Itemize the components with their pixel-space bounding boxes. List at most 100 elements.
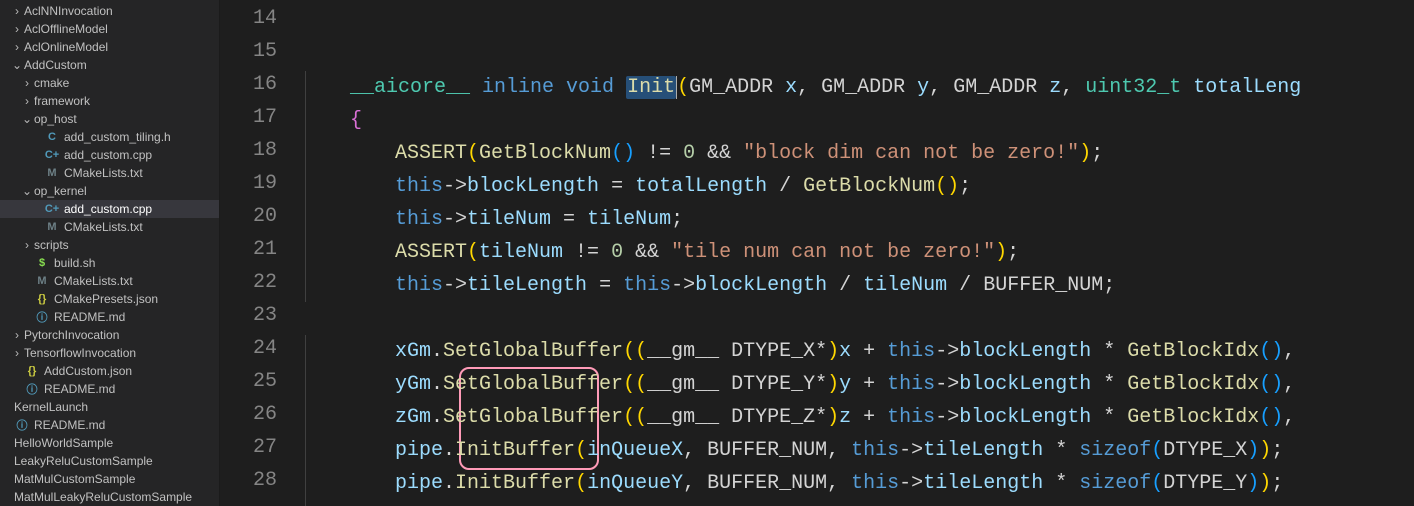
token: ; xyxy=(1091,142,1103,165)
tree-row[interactable]: ›AclNNInvocation xyxy=(0,2,219,20)
code-line[interactable]: this->tileLength = this->blockLength / t… xyxy=(305,269,1414,302)
chevron-right-icon[interactable]: › xyxy=(10,40,24,54)
tree-row[interactable]: ›AclOnlineModel xyxy=(0,38,219,56)
line-number: 27 xyxy=(220,431,305,464)
line-number: 17 xyxy=(220,101,305,134)
token: -> xyxy=(935,406,959,429)
code-line[interactable] xyxy=(305,302,1414,335)
tree-row[interactable]: ›TensorflowInvocation xyxy=(0,344,219,362)
tree-row[interactable]: {}CMakePresets.json xyxy=(0,290,219,308)
token: __gm__ xyxy=(647,406,731,429)
token: / xyxy=(947,274,983,297)
code-line[interactable]: this->blockLength = totalLength / GetBlo… xyxy=(305,170,1414,203)
tree-label: KernelLaunch xyxy=(14,400,88,414)
token: this xyxy=(395,208,443,231)
file-icon: $ xyxy=(34,255,50,271)
token: -> xyxy=(671,274,695,297)
token: tileLength xyxy=(467,274,587,297)
code-area[interactable]: __aicore__ inline void Init(GM_ADDR x, G… xyxy=(305,0,1414,506)
tree-row[interactable]: ›PytorchInvocation xyxy=(0,326,219,344)
tree-row[interactable]: MCMakeLists.txt xyxy=(0,272,219,290)
tree-row[interactable]: ›AclOfflineModel xyxy=(0,20,219,38)
tree-label: AddCustom.json xyxy=(44,364,132,378)
chevron-down-icon[interactable]: ⌄ xyxy=(20,112,34,126)
token: BUFFER_NUM xyxy=(707,439,827,462)
line-number: 26 xyxy=(220,398,305,431)
tree-row[interactable]: ›scripts xyxy=(0,236,219,254)
code-line[interactable]: ASSERT(GetBlockNum() != 0 && "block dim … xyxy=(305,137,1414,170)
token: __gm__ xyxy=(647,373,731,396)
token: () xyxy=(1259,340,1283,363)
token: + xyxy=(851,373,887,396)
token: tileNum xyxy=(479,241,563,264)
tree-row[interactable]: Cadd_custom_tiling.h xyxy=(0,128,219,146)
tree-row[interactable]: C+add_custom.cpp xyxy=(0,200,219,218)
chevron-right-icon[interactable]: › xyxy=(10,346,24,360)
token: ) xyxy=(1259,472,1271,495)
token: * xyxy=(1091,340,1127,363)
code-line[interactable]: pipe.InitBuffer(outQueueZ, BUFFER_NUM, t… xyxy=(305,500,1414,506)
file-explorer[interactable]: ›AclNNInvocation›AclOfflineModel›AclOnli… xyxy=(0,0,220,506)
token: zGm xyxy=(395,406,431,429)
token: __gm__ xyxy=(647,340,731,363)
line-number: 21 xyxy=(220,233,305,266)
token: ) xyxy=(995,241,1007,264)
line-number: 24 xyxy=(220,332,305,365)
tree-row[interactable]: MCMakeLists.txt xyxy=(0,164,219,182)
line-number-gutter: 141516171819202122232425262728 xyxy=(220,0,305,506)
tree-row[interactable]: ⌄op_kernel xyxy=(0,182,219,200)
tree-row[interactable]: {}AddCustom.json xyxy=(0,362,219,380)
chevron-right-icon[interactable]: › xyxy=(10,22,24,36)
token: GetBlockIdx xyxy=(1127,340,1259,363)
tree-row[interactable]: MatMulCustomSample xyxy=(0,470,219,488)
tree-row[interactable]: MatMulLeakyReluCustomSample xyxy=(0,488,219,506)
tree-row[interactable]: KernelLaunch xyxy=(0,398,219,416)
tree-row[interactable]: LeakyReluCustomSample xyxy=(0,452,219,470)
token: DTYPE_Y xyxy=(1163,472,1247,495)
chevron-right-icon[interactable]: › xyxy=(10,4,24,18)
code-line[interactable]: pipe.InitBuffer(inQueueY, BUFFER_NUM, th… xyxy=(305,467,1414,500)
chevron-right-icon[interactable]: › xyxy=(10,328,24,342)
chevron-down-icon[interactable]: ⌄ xyxy=(10,58,24,72)
code-editor[interactable]: 141516171819202122232425262728 __aicore_… xyxy=(220,0,1414,506)
code-line[interactable]: { xyxy=(305,104,1414,137)
token: (( xyxy=(623,340,647,363)
token: this xyxy=(887,406,935,429)
token: totalLeng xyxy=(1193,76,1301,99)
tree-row[interactable]: ⓘREADME.md xyxy=(0,308,219,326)
tree-row[interactable]: ⌄op_host xyxy=(0,110,219,128)
code-line[interactable]: zGm.SetGlobalBuffer((__gm__ DTYPE_Z*)z +… xyxy=(305,401,1414,434)
code-line[interactable]: xGm.SetGlobalBuffer((__gm__ DTYPE_X*)x +… xyxy=(305,335,1414,368)
token: ; xyxy=(1007,241,1019,264)
token: ( xyxy=(677,76,689,99)
tree-label: add_custom.cpp xyxy=(64,148,152,162)
tree-row[interactable]: ›cmake xyxy=(0,74,219,92)
code-line[interactable]: pipe.InitBuffer(inQueueX, BUFFER_NUM, th… xyxy=(305,434,1414,467)
tree-row[interactable]: MCMakeLists.txt xyxy=(0,218,219,236)
chevron-right-icon[interactable]: › xyxy=(20,94,34,108)
chevron-right-icon[interactable]: › xyxy=(20,76,34,90)
code-line[interactable]: ASSERT(tileNum != 0 && "tile num can not… xyxy=(305,236,1414,269)
code-line[interactable]: __aicore__ inline void Init(GM_ADDR x, G… xyxy=(305,71,1414,104)
token: x xyxy=(839,340,851,363)
file-icon: C xyxy=(44,129,60,145)
tree-row[interactable]: ⓘREADME.md xyxy=(0,380,219,398)
chevron-down-icon[interactable]: ⌄ xyxy=(20,184,34,198)
token: ) xyxy=(827,340,839,363)
tree-row[interactable]: $build.sh xyxy=(0,254,219,272)
file-icon: {} xyxy=(34,291,50,307)
tree-row[interactable]: ⌄AddCustom xyxy=(0,56,219,74)
chevron-right-icon[interactable]: › xyxy=(20,238,34,252)
token: xGm xyxy=(395,340,431,363)
code-line[interactable]: yGm.SetGlobalBuffer((__gm__ DTYPE_Y*)y +… xyxy=(305,368,1414,401)
tree-row[interactable]: HelloWorldSample xyxy=(0,434,219,452)
line-number: 28 xyxy=(220,464,305,497)
code-line[interactable]: this->tileNum = tileNum; xyxy=(305,203,1414,236)
token: ( xyxy=(575,439,587,462)
tree-row[interactable]: ›framework xyxy=(0,92,219,110)
token: blockLength xyxy=(959,373,1091,396)
tree-row[interactable]: ⓘREADME.md xyxy=(0,416,219,434)
token: ) xyxy=(1247,472,1259,495)
token: inQueueY xyxy=(587,472,683,495)
tree-row[interactable]: C+add_custom.cpp xyxy=(0,146,219,164)
